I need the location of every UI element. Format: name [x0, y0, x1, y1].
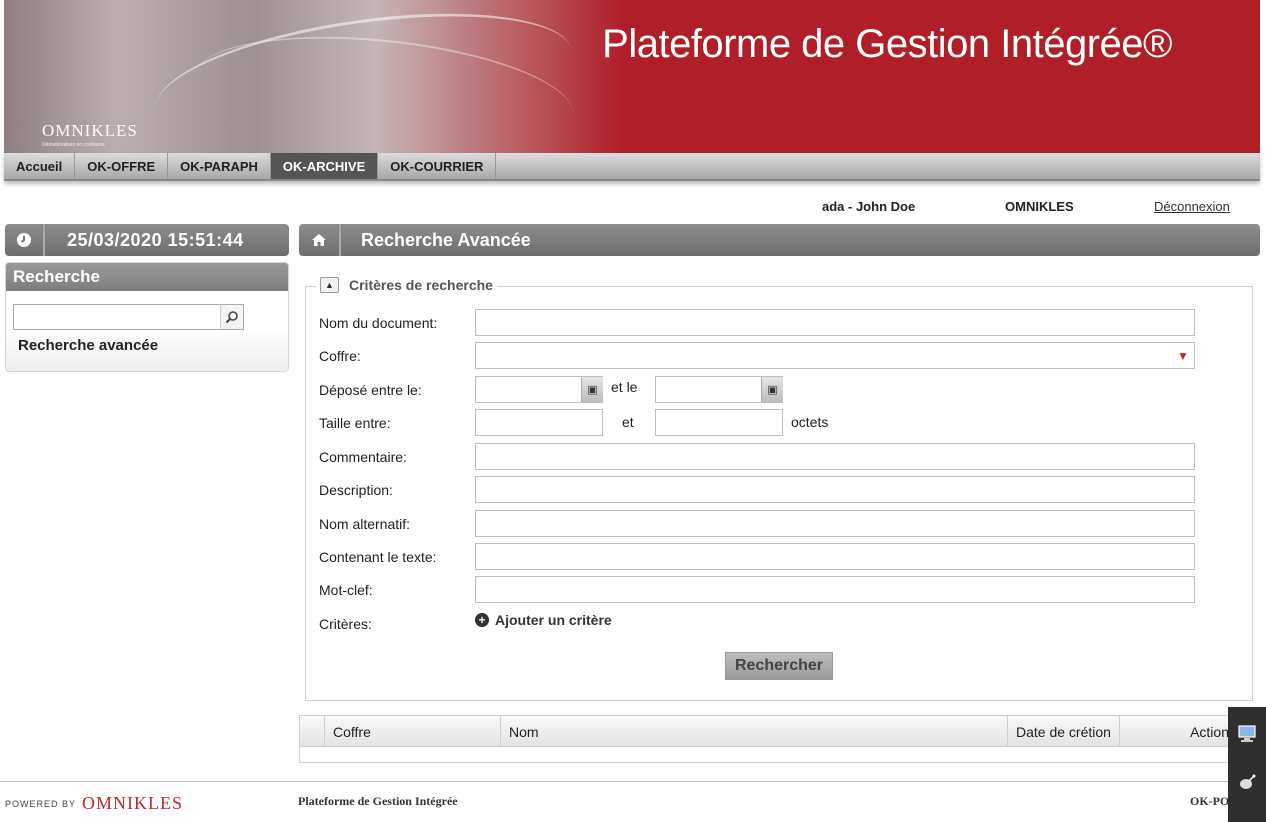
clock-icon	[5, 224, 45, 256]
criteria-legend-label: Critères de recherche	[349, 277, 493, 293]
coffre-label: Coffre:	[319, 348, 361, 364]
contenant-input[interactable]	[475, 543, 1195, 570]
quick-search-input[interactable]	[13, 304, 243, 330]
powered-by: POWERED BY OMNIKLES	[5, 793, 183, 814]
motclef-label: Mot-clef:	[319, 582, 373, 598]
field-row-depose: Déposé entre le: ▣ et le ▣	[306, 376, 1252, 404]
logo-tagline: Dématérialisez en confiance	[42, 142, 105, 148]
select-column-header	[300, 716, 325, 747]
footer-divider	[0, 781, 1266, 782]
search-panel-title: Recherche	[6, 263, 288, 291]
commentaire-label: Commentaire:	[319, 449, 407, 465]
organization-name: OMNIKLES	[1005, 199, 1074, 214]
column-header-coffre[interactable]: Coffre	[325, 716, 501, 747]
calendar-icon[interactable]: ▣	[581, 377, 603, 402]
column-header-date[interactable]: Date de crétion	[1008, 716, 1120, 747]
footer-title: Plateforme de Gestion Intégrée	[298, 794, 458, 808]
description-label: Description:	[319, 482, 393, 498]
footer-logo: OMNIKLES	[82, 793, 184, 813]
current-datetime: 25/03/2020 15:51:44	[67, 229, 244, 250]
add-criterion-label: Ajouter un critère	[495, 612, 612, 628]
main-nav: Accueil OK-OFFRE OK-PARAPH OK-ARCHIVE OK…	[4, 153, 1260, 181]
taille-and-label: et	[622, 414, 634, 430]
tab-ok-archive[interactable]: OK-ARCHIVE	[270, 153, 379, 179]
taille-unit-label: octets	[791, 414, 829, 430]
search-criteria-fieldset: ▲ Critères de recherche Nom du document:…	[305, 277, 1253, 701]
depose-label: Déposé entre le:	[319, 382, 422, 398]
tab-accueil[interactable]: Accueil	[4, 153, 76, 179]
search-button[interactable]: Rechercher	[725, 652, 833, 680]
contenant-label: Contenant le texte:	[319, 549, 437, 565]
quick-search-panel: Recherche Recherche avancée	[5, 262, 289, 372]
plus-icon: +	[475, 613, 489, 627]
satellite-icon[interactable]	[1236, 772, 1258, 794]
datetime-bar: 25/03/2020 15:51:44	[5, 224, 289, 256]
monitor-icon[interactable]	[1236, 723, 1258, 745]
powered-by-label: POWERED BY	[5, 798, 77, 809]
field-row-commentaire: Commentaire:	[306, 443, 1252, 471]
depose-and-label: et le	[611, 379, 638, 395]
advanced-search-link[interactable]: Recherche avancée	[18, 337, 158, 354]
taille-max-input[interactable]	[655, 409, 783, 436]
doc-name-input[interactable]	[475, 309, 1195, 336]
description-input[interactable]	[475, 476, 1195, 503]
coffre-select[interactable]	[475, 342, 1195, 369]
search-icon[interactable]	[220, 304, 244, 330]
field-row-taille: Taille entre: et octets	[306, 409, 1252, 437]
collapse-icon[interactable]: ▲	[320, 277, 339, 293]
chevron-down-icon[interactable]: ▼	[1172, 343, 1194, 368]
tab-ok-paraph[interactable]: OK-PARAPH	[168, 153, 271, 179]
header-banner: OMNIKLES Dématérialisez en confiance Pla…	[4, 0, 1260, 153]
breadcrumb: Recherche Avancée	[299, 224, 1260, 256]
app-title: Plateforme de Gestion Intégrée®	[602, 22, 1172, 66]
field-row-nom-alt: Nom alternatif:	[306, 510, 1252, 538]
results-table-header: Coffre Nom Date de crétion Actions	[300, 716, 1252, 747]
footer-version: OK-PO	[1190, 794, 1230, 808]
field-row-motclef: Mot-clef:	[306, 576, 1252, 604]
home-icon[interactable]	[299, 224, 341, 256]
page-title: Recherche Avancée	[361, 229, 531, 250]
commentaire-input[interactable]	[475, 443, 1195, 470]
user-name: ada - John Doe	[822, 199, 916, 214]
results-table: Coffre Nom Date de crétion Actions	[299, 715, 1253, 763]
taille-label: Taille entre:	[319, 415, 391, 431]
omnikles-logo: OMNIKLES	[42, 121, 138, 140]
logout-link[interactable]: Déconnexion	[1154, 199, 1230, 214]
criteria-legend: ▲ Critères de recherche	[316, 277, 497, 293]
motclef-input[interactable]	[475, 576, 1195, 603]
add-criterion-button[interactable]: + Ajouter un critère	[475, 612, 612, 628]
field-row-criteres: Critères:	[306, 610, 1252, 638]
calendar-icon[interactable]: ▣	[761, 377, 783, 402]
criteres-label: Critères:	[319, 616, 372, 632]
field-row-contenant: Contenant le texte:	[306, 543, 1252, 571]
column-header-nom[interactable]: Nom	[501, 716, 1008, 747]
taille-min-input[interactable]	[475, 409, 603, 436]
field-row-doc-name: Nom du document:	[306, 309, 1252, 337]
doc-name-label: Nom du document:	[319, 315, 438, 331]
tab-ok-courrier[interactable]: OK-COURRIER	[378, 153, 497, 179]
field-row-description: Description:	[306, 476, 1252, 504]
side-dock	[1228, 707, 1266, 822]
tab-ok-offre[interactable]: OK-OFFRE	[75, 153, 169, 179]
nom-alt-input[interactable]	[475, 510, 1195, 537]
field-row-coffre: Coffre: ▼	[306, 342, 1252, 370]
nom-alt-label: Nom alternatif:	[319, 516, 411, 532]
